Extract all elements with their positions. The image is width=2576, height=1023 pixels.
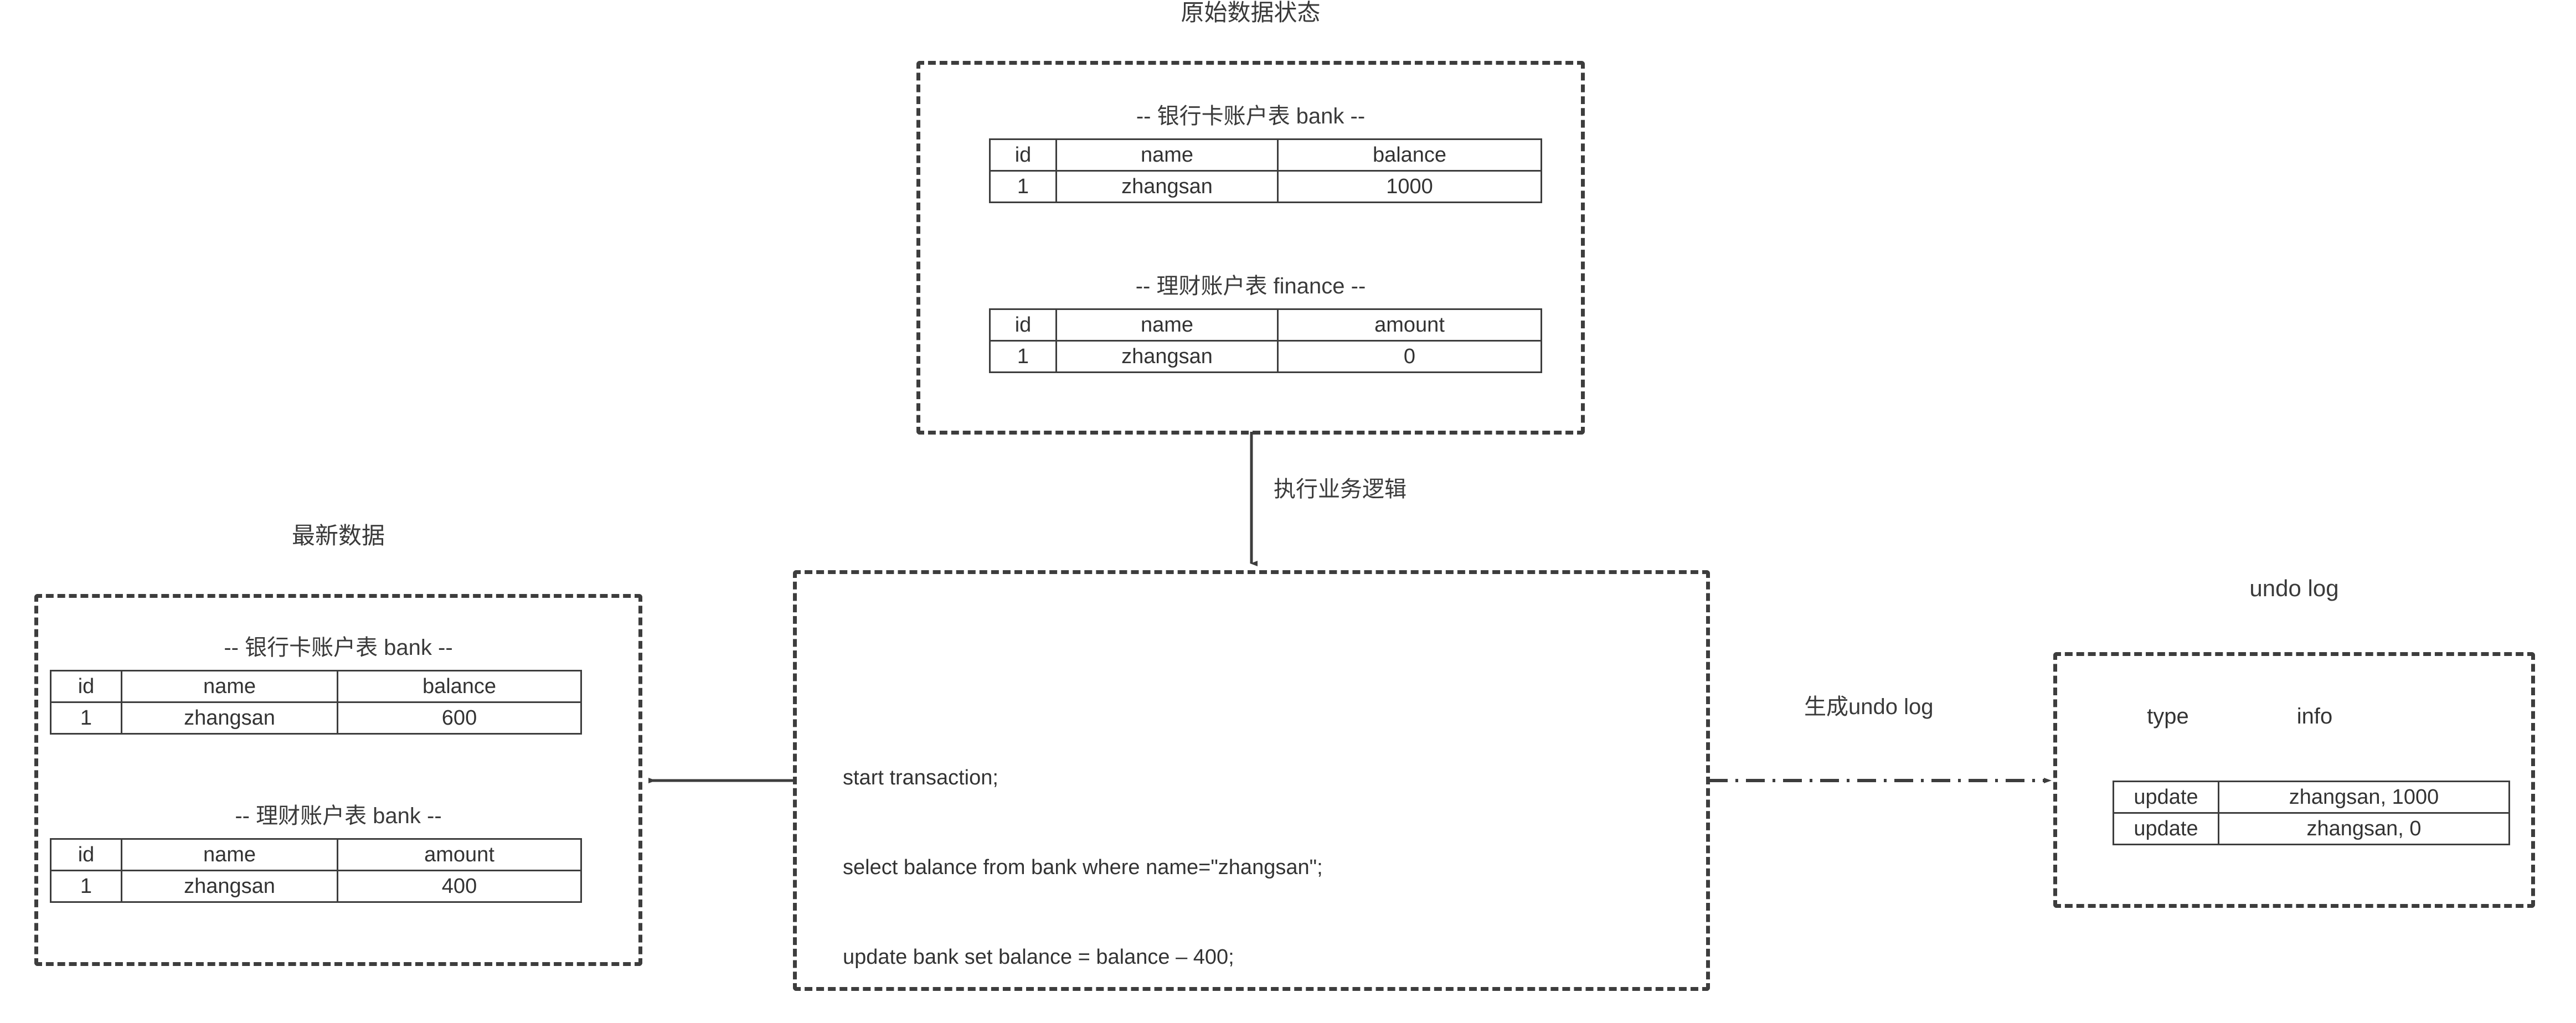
sql-line: select balance from bank where name="zha… [843,856,1323,879]
table-row: update zhangsan, 1000 [2113,781,2510,814]
cell-name: zhangsan [1055,340,1279,373]
table-header-row: id name amount [50,838,582,871]
table-header-row: id name amount [989,308,1542,342]
connector-original-to-transaction [1250,432,1258,566]
table-header-row: id name balance [50,670,582,703]
connector-transaction-to-undolog [1709,778,2052,783]
cell-id: 1 [50,870,122,903]
finance-table-title-latest: -- 理财账户表 bank -- [235,804,442,828]
table-row: 1 zhangsan 0 [989,340,1542,373]
cell-name: zhangsan [121,870,338,903]
cell-type: update [2113,781,2219,814]
col-id: id [989,138,1057,172]
cell-amount: 0 [1277,340,1542,373]
transaction-sql-block: start transaction; select balance from b… [843,703,1323,1023]
original-state-caption: 原始数据状态 [1181,0,1321,25]
undo-log-header-type: type [2147,704,2189,728]
edge-label-execute-business-logic: 执行业务逻辑 [1274,477,1407,502]
col-name: name [121,838,338,871]
bank-table-latest: id name balance 1 zhangsan 600 [50,670,582,735]
diagram-canvas: 原始数据状态 -- 银行卡账户表 bank -- id name balance… [0,0,2576,1023]
undo-log-box [2053,652,2535,908]
finance-table-title-original: -- 理财账户表 finance -- [1135,274,1366,298]
col-amount: amount [337,838,582,871]
col-id: id [50,838,122,871]
cell-balance: 1000 [1277,170,1542,203]
connector-transaction-to-latest [648,778,794,783]
table-header-row: id name balance [989,138,1542,172]
col-id: id [989,308,1057,342]
cell-type: update [2113,812,2219,845]
sql-line: update bank set balance = balance – 400; [843,946,1234,969]
finance-table-original: id name amount 1 zhangsan 0 [989,308,1542,373]
col-name: name [121,670,338,703]
table-row: 1 zhangsan 600 [50,701,582,735]
cell-id: 1 [989,340,1057,373]
cell-balance: 600 [337,701,582,735]
cell-id: 1 [989,170,1057,203]
col-balance: balance [337,670,582,703]
cell-id: 1 [50,701,122,735]
bank-table-original: id name balance 1 zhangsan 1000 [989,138,1542,203]
col-name: name [1055,308,1279,342]
col-id: id [50,670,122,703]
bank-table-title-original: -- 银行卡账户表 bank -- [1136,104,1366,128]
col-name: name [1055,138,1279,172]
table-row: update zhangsan, 0 [2113,812,2510,845]
undo-log-table: update zhangsan, 1000 update zhangsan, 0 [2113,781,2510,845]
bank-table-title-latest: -- 银行卡账户表 bank -- [224,636,453,660]
cell-info: zhangsan, 0 [2218,812,2510,845]
table-row: 1 zhangsan 1000 [989,170,1542,203]
cell-amount: 400 [337,870,582,903]
latest-state-caption: 最新数据 [291,523,385,549]
col-balance: balance [1277,138,1542,172]
cell-name: zhangsan [1055,170,1279,203]
undo-log-header-info: info [2296,704,2333,728]
cell-name: zhangsan [121,701,338,735]
col-amount: amount [1277,308,1542,342]
edge-label-generate-undo-log: 生成undo log [1804,695,1934,719]
sql-line: start transaction; [843,766,998,789]
undo-log-caption: undo log [2249,575,2339,601]
cell-info: zhangsan, 1000 [2218,781,2510,814]
finance-table-latest: id name amount 1 zhangsan 400 [50,838,582,903]
table-row: 1 zhangsan 400 [50,870,582,903]
